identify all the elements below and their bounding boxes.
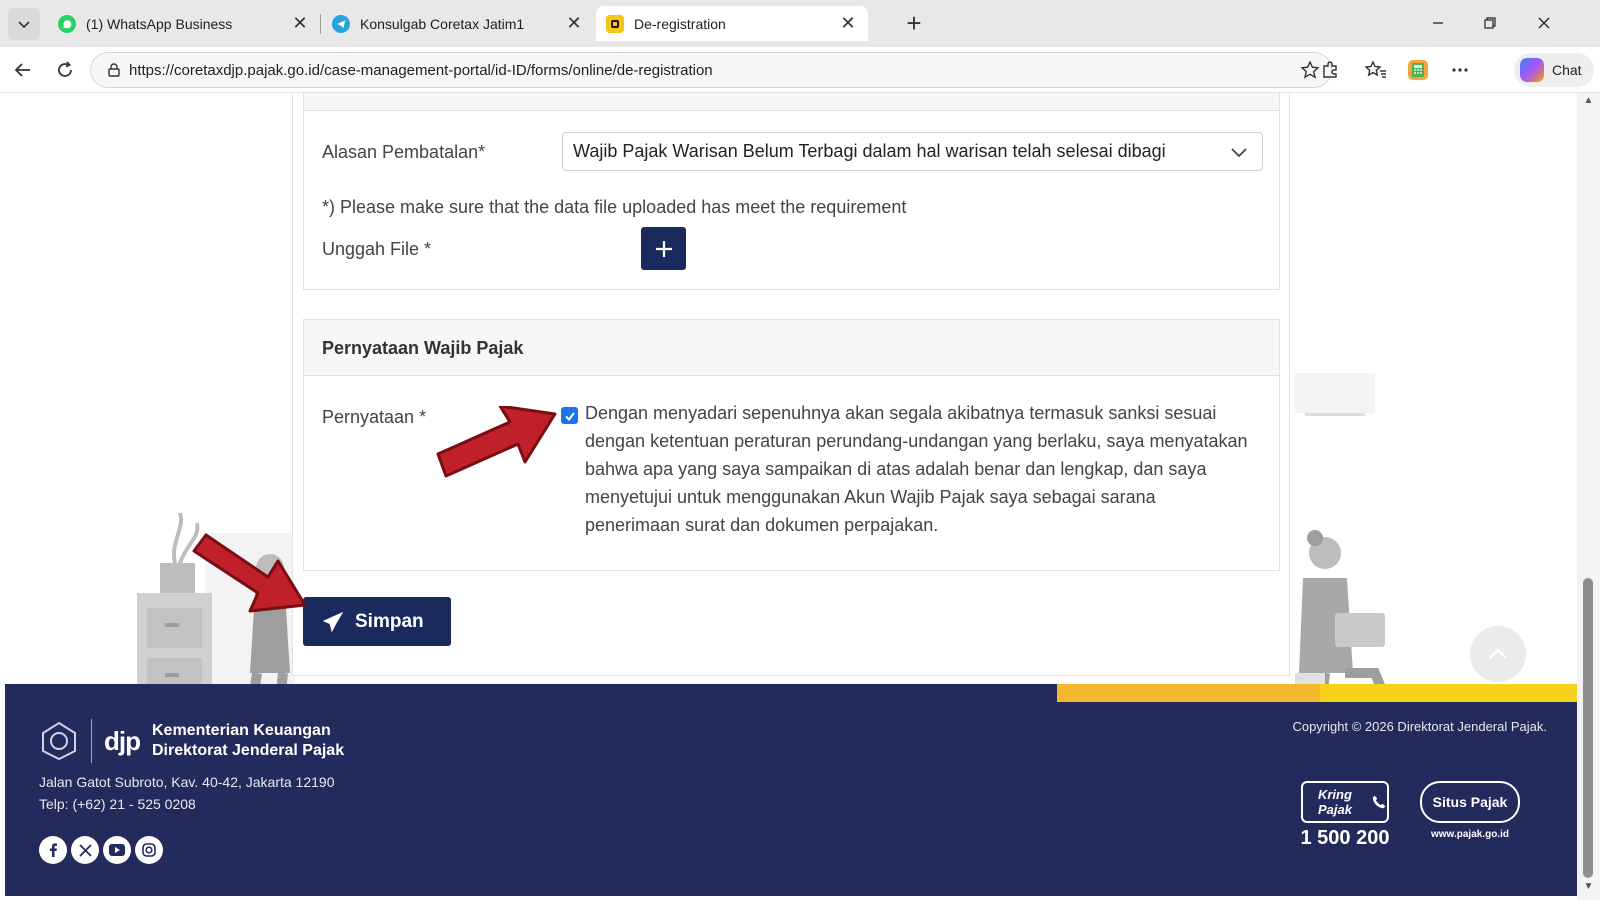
- tab-title: (1) WhatsApp Business: [86, 15, 233, 32]
- situs-pajak-badge: Situs Pajak: [1420, 781, 1520, 823]
- site-info-icon[interactable]: [99, 62, 129, 78]
- save-button[interactable]: Simpan: [303, 597, 451, 646]
- whatsapp-icon: [58, 14, 76, 33]
- upload-label: Unggah File *: [322, 239, 432, 259]
- statement-checkbox[interactable]: [561, 407, 578, 424]
- chevron-up-icon: [1489, 648, 1507, 659]
- tab-whatsapp[interactable]: (1) WhatsApp Business ✕: [48, 6, 320, 41]
- statement-text: Dengan menyadari sepenuhnya akan segala …: [585, 403, 1248, 535]
- restore-button[interactable]: [1470, 8, 1510, 38]
- facebook-icon[interactable]: [39, 836, 67, 864]
- scroll-thumb[interactable]: [1583, 578, 1593, 878]
- chevron-down-icon: [18, 21, 30, 29]
- paper-plane-icon: [323, 611, 343, 632]
- favorites-icon[interactable]: [1362, 56, 1390, 84]
- add-file-button[interactable]: [641, 227, 686, 270]
- new-tab-button[interactable]: +: [900, 10, 928, 38]
- save-label: Simpan: [355, 610, 424, 632]
- minimize-button[interactable]: [1418, 8, 1458, 38]
- reason-select[interactable]: Wajib Pajak Warisan Belum Terbagi dalam …: [562, 132, 1263, 171]
- kring-pajak-badge: Kring Pajak: [1301, 781, 1389, 823]
- annotation-arrow: [436, 406, 557, 478]
- reload-icon: [58, 61, 72, 77]
- chevron-down-icon: [1231, 148, 1247, 158]
- instagram-icon[interactable]: [135, 836, 163, 864]
- kring-number: 1 500 200: [1300, 827, 1390, 849]
- copilot-chat-button[interactable]: Chat: [1514, 53, 1594, 87]
- situs-pajak-logo[interactable]: Situs Pajak www.pajak.go.id: [1415, 781, 1525, 851]
- more-options-icon[interactable]: [1446, 56, 1474, 84]
- scroll-down-arrow[interactable]: ▼: [1577, 881, 1600, 897]
- close-icon[interactable]: ✕: [838, 13, 858, 34]
- reason-label: Alasan Pembatalan*: [322, 142, 486, 162]
- section-header: Pernyataan Wajib Pajak: [304, 320, 1279, 376]
- extensions-icon[interactable]: [1316, 56, 1344, 84]
- telegram-icon: [332, 14, 350, 33]
- statement-label: Pernyataan *: [322, 407, 427, 427]
- cancellation-section: Alasan Pembatalan* Wajib Pajak Warisan B…: [303, 93, 1280, 290]
- browser-tab-strip: (1) WhatsApp Business ✕ Konsulgab Coreta…: [0, 0, 1600, 47]
- youtube-icon[interactable]: [103, 836, 131, 864]
- back-to-top-button[interactable]: [1470, 626, 1526, 682]
- reason-selected-value: Wajib Pajak Warisan Belum Terbagi dalam …: [573, 141, 1166, 161]
- upload-requirement-note: *) Please make sure that the data file u…: [322, 197, 907, 217]
- tab-telegram[interactable]: Konsulgab Coretax Jatim1 ✕: [322, 6, 594, 41]
- checkmark-icon: [564, 411, 575, 421]
- phone-icon: [1372, 795, 1386, 809]
- close-icon[interactable]: ✕: [290, 13, 310, 34]
- browser-toolbar: https://coretaxdjp.pajak.go.id/case-mana…: [0, 47, 1600, 93]
- situs-label: Situs Pajak: [1432, 794, 1508, 810]
- footer-logo: djp Kementerian Keuangan Direktorat Jend…: [39, 719, 344, 763]
- arrow-left-icon: [14, 63, 30, 77]
- kring-pajak-logo[interactable]: Kring Pajak 1 500 200: [1295, 781, 1395, 851]
- page-scrollbar[interactable]: ▲ ▼: [1577, 93, 1600, 900]
- tab-title: Konsulgab Coretax Jatim1: [360, 15, 525, 32]
- plus-icon: [655, 240, 672, 257]
- address-bar[interactable]: https://coretaxdjp.pajak.go.id/case-mana…: [90, 52, 1332, 88]
- scroll-up-arrow[interactable]: ▲: [1577, 95, 1600, 111]
- annotation-arrow: [192, 533, 307, 613]
- footer-accent-bar: [1057, 684, 1320, 702]
- section-header: [304, 93, 1279, 111]
- footer-accent-bar: [1320, 684, 1577, 702]
- form-card: Alasan Pembatalan* Wajib Pajak Warisan B…: [292, 93, 1290, 676]
- logo-divider: [91, 719, 92, 763]
- close-icon: [1538, 17, 1550, 29]
- djp-logo: djp: [104, 725, 141, 756]
- footer-phone: Telp: (+62) 21 - 525 0208: [39, 796, 196, 812]
- close-icon[interactable]: ✕: [564, 13, 584, 34]
- coretax-icon: [606, 14, 624, 33]
- situs-url: www.pajak.go.id: [1431, 829, 1509, 840]
- url-text[interactable]: https://coretaxdjp.pajak.go.id/case-mana…: [129, 62, 1295, 79]
- tab-separator: [320, 14, 321, 34]
- tab-list-button[interactable]: [8, 8, 40, 40]
- minimize-icon: [1433, 22, 1443, 24]
- page-viewport: Alasan Pembatalan* Wajib Pajak Warisan B…: [5, 93, 1577, 896]
- org-line-2: Direktorat Jenderal Pajak: [152, 742, 345, 759]
- calculator-extension-icon[interactable]: [1404, 56, 1432, 84]
- restore-icon: [1484, 17, 1496, 29]
- copilot-icon: [1520, 58, 1544, 82]
- site-footer: djp Kementerian Keuangan Direktorat Jend…: [5, 684, 1577, 896]
- footer-address: Jalan Gatot Subroto, Kav. 40-42, Jakarta…: [39, 774, 335, 790]
- reload-button[interactable]: [50, 55, 80, 85]
- organization-names: Kementerian Keuangan Direktorat Jenderal…: [152, 721, 344, 761]
- chat-label: Chat: [1552, 62, 1582, 78]
- section-title: Pernyataan Wajib Pajak: [322, 338, 524, 358]
- x-twitter-icon[interactable]: [71, 836, 99, 864]
- org-line-1: Kementerian Keuangan: [152, 722, 331, 739]
- tab-de-registration[interactable]: De-registration ✕: [596, 6, 868, 41]
- window-close-button[interactable]: [1524, 8, 1564, 38]
- tab-title: De-registration: [634, 15, 726, 32]
- back-button[interactable]: [8, 55, 38, 85]
- kring-label: Kring Pajak: [1317, 787, 1352, 817]
- copyright-text: Copyright © 2026 Direktorat Jenderal Paj…: [1292, 719, 1547, 734]
- ministry-emblem-icon: [42, 721, 76, 761]
